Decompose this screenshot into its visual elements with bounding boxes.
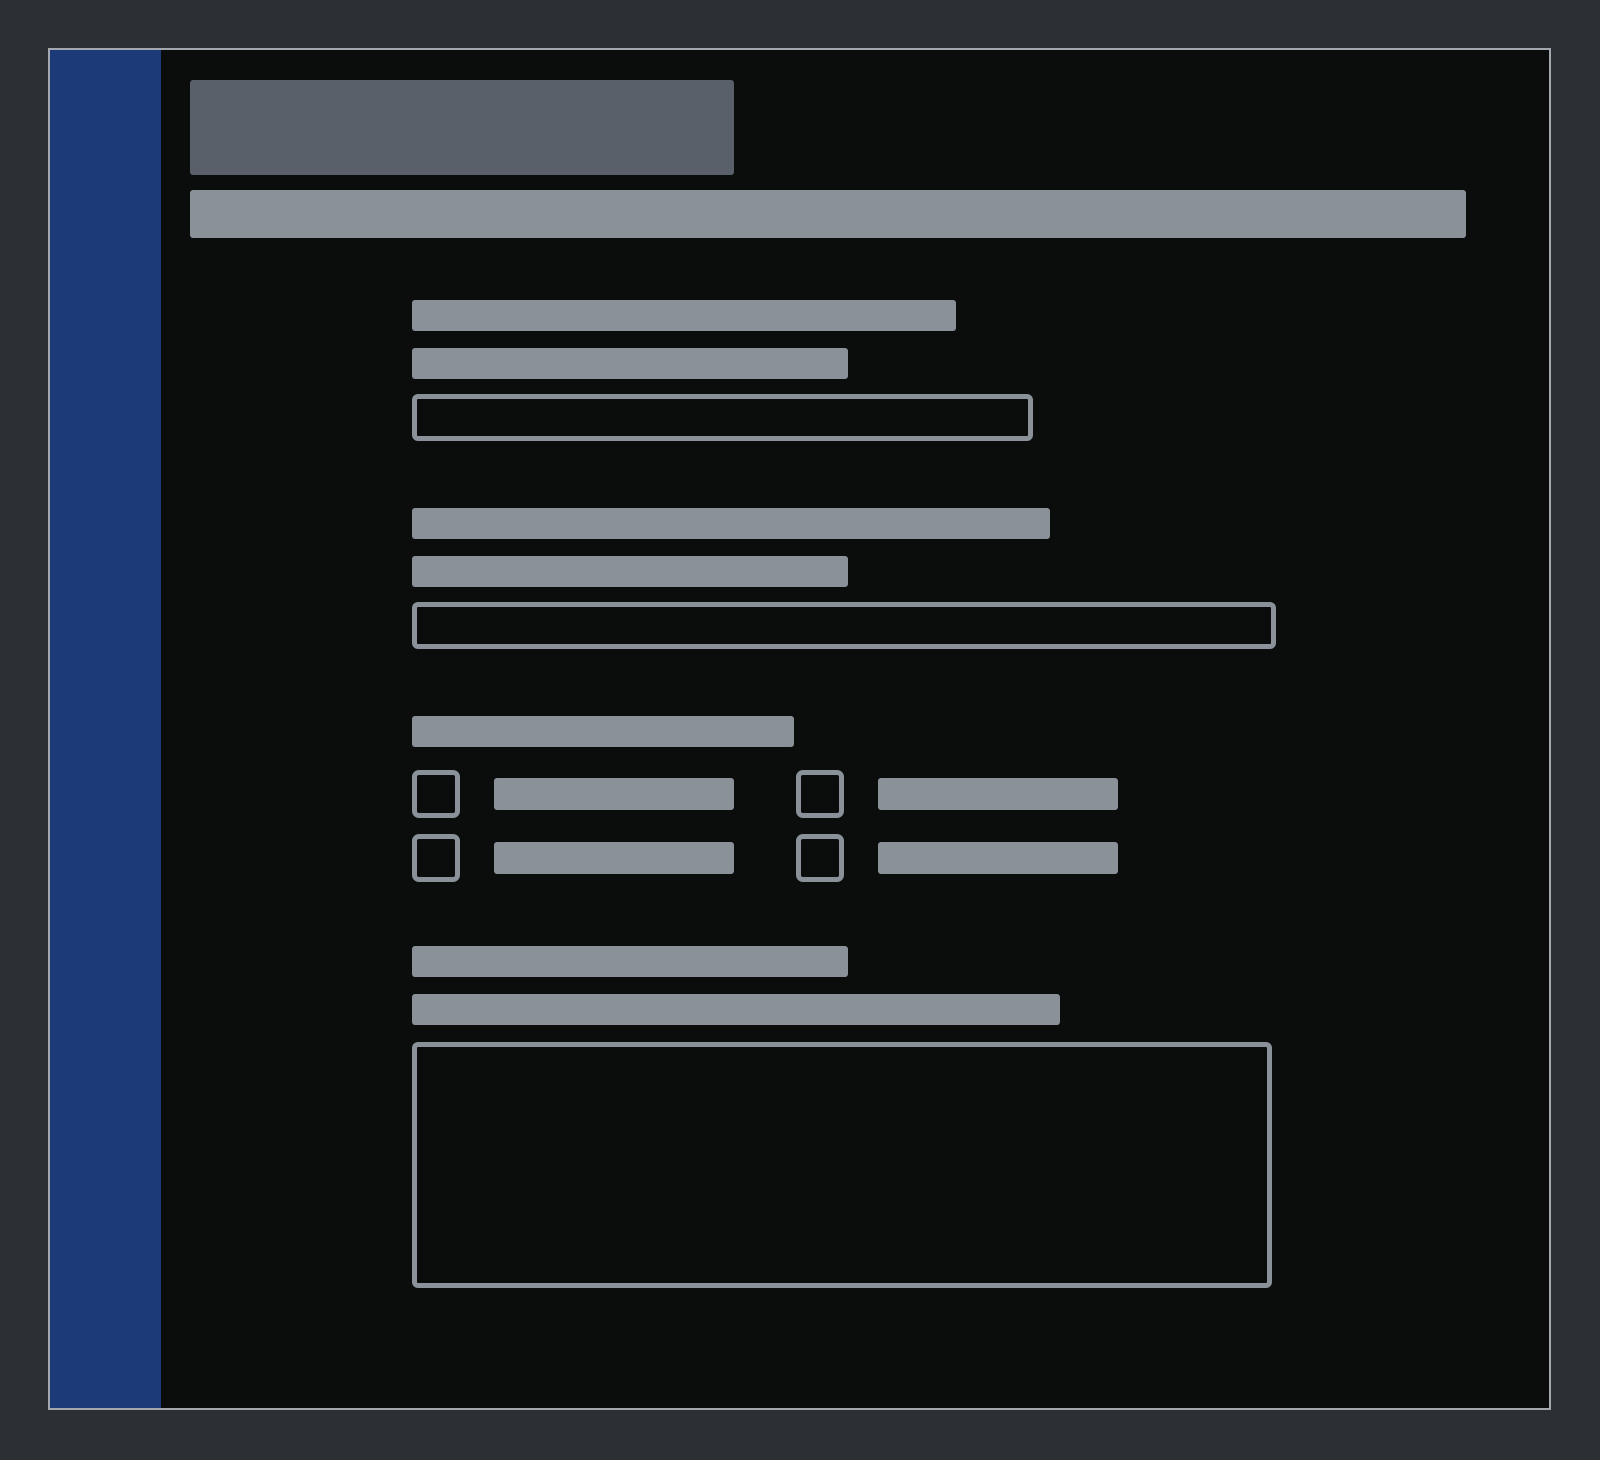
textarea[interactable] (412, 1042, 1272, 1288)
checkbox-1[interactable] (412, 770, 460, 818)
field-helper-4 (412, 994, 1060, 1025)
field-helper-2 (412, 556, 848, 587)
checkbox-group-label (412, 716, 794, 747)
checkbox-2[interactable] (796, 770, 844, 818)
page-subtitle (190, 190, 1466, 238)
checkbox-3[interactable] (412, 834, 460, 882)
checkbox-label-1 (494, 778, 734, 810)
field-label-4 (412, 946, 848, 977)
field-label-2 (412, 508, 1050, 539)
checkbox-4[interactable] (796, 834, 844, 882)
checkbox-label-4 (878, 842, 1118, 874)
field-helper-1 (412, 348, 848, 379)
app-window (48, 48, 1551, 1410)
checkbox-label-2 (878, 778, 1118, 810)
text-input-1[interactable] (412, 394, 1033, 441)
sidebar (50, 50, 161, 1408)
field-label-1 (412, 300, 956, 331)
text-input-2[interactable] (412, 602, 1276, 649)
page-title (190, 80, 734, 175)
checkbox-label-3 (494, 842, 734, 874)
